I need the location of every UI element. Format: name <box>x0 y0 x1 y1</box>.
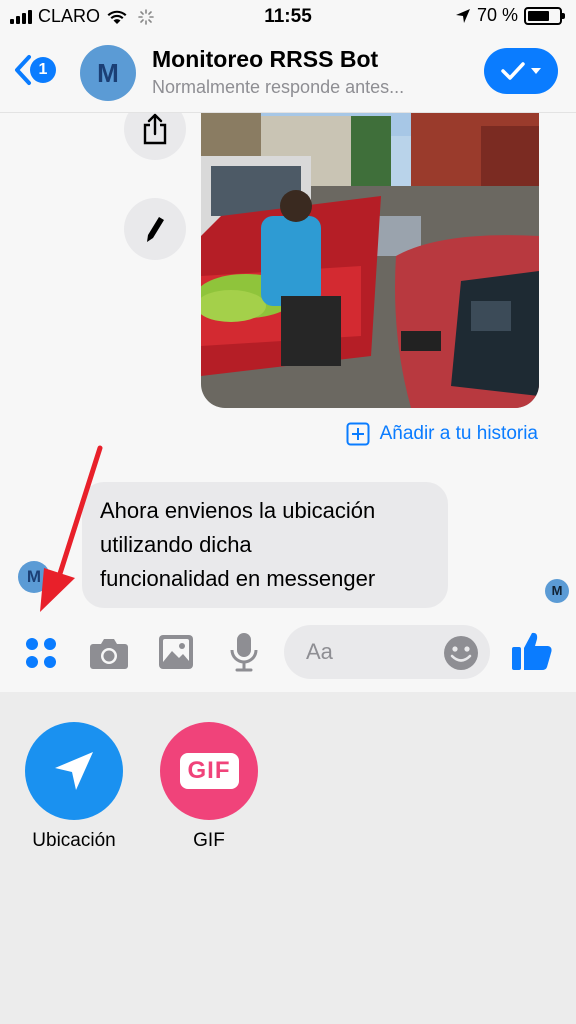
caret-down-icon <box>531 68 541 74</box>
message-line: funcionalidad en messenger <box>100 566 376 591</box>
contact-avatar[interactable]: M <box>80 45 136 101</box>
bot-message-bubble[interactable]: Ahora envienos la ubicación utilizando d… <box>82 482 448 608</box>
four-dots-icon <box>26 638 56 668</box>
add-to-story-label: Añadir a tu historia <box>379 423 538 444</box>
camera-button[interactable] <box>89 636 129 675</box>
gif-option[interactable]: GIF GIF <box>149 722 269 852</box>
gif-option-label: GIF <box>193 830 225 851</box>
unread-count-badge: 1 <box>30 57 56 83</box>
voice-message-button[interactable] <box>229 632 259 677</box>
pencil-icon <box>147 217 164 242</box>
share-button[interactable] <box>124 112 186 160</box>
image-icon <box>159 635 193 669</box>
extensions-drawer: Ubicación GIF GIF <box>0 692 576 1024</box>
share-icon <box>143 113 167 145</box>
message-line: utilizando dicha <box>100 532 252 557</box>
location-share-option[interactable]: Ubicación <box>14 722 134 852</box>
shared-photo[interactable] <box>201 112 539 408</box>
contact-status: Normalmente responde antes... <box>152 77 405 97</box>
camera-icon <box>90 639 128 669</box>
emoji-button[interactable] <box>443 635 479 676</box>
street-photo-image <box>201 112 539 408</box>
smiley-face-icon <box>444 636 478 670</box>
options-button[interactable] <box>484 48 558 94</box>
edit-photo-button[interactable] <box>124 198 186 260</box>
battery-icon <box>524 6 565 25</box>
message-line: Ahora envienos la ubicación <box>100 498 376 523</box>
status-bar: CLARO 11:55 70 % <box>0 0 576 34</box>
microphone-icon <box>230 633 258 672</box>
sender-avatar[interactable]: M <box>18 561 50 593</box>
gif-icon-text: GIF <box>187 757 231 784</box>
gallery-button[interactable] <box>158 634 194 675</box>
back-button[interactable]: 1 <box>14 54 56 86</box>
message-thread[interactable]: Añadir a tu historia Ahora envienos la u… <box>0 112 576 612</box>
conversation-header: 1 M Monitoreo RRSS Bot Normalmente respo… <box>0 34 576 112</box>
gif-option-circle[interactable]: GIF <box>160 722 258 820</box>
contact-name[interactable]: Monitoreo RRSS Bot <box>152 46 378 73</box>
battery-percent: 70 % <box>476 5 518 25</box>
more-actions-button[interactable] <box>24 636 58 675</box>
location-arrow-icon <box>55 752 93 790</box>
thumbs-up-icon <box>512 632 552 670</box>
plus-square-icon <box>346 422 370 446</box>
status-right: 70 % <box>455 5 565 26</box>
add-to-story-link[interactable]: Añadir a tu historia <box>346 422 538 446</box>
location-option-label: Ubicación <box>32 830 116 851</box>
message-composer <box>0 612 576 692</box>
gif-icon: GIF <box>179 753 239 789</box>
location-services-icon <box>455 8 470 23</box>
location-option-circle[interactable] <box>25 722 123 820</box>
battery-fill <box>528 10 549 21</box>
checkmark-icon <box>501 62 525 80</box>
read-receipt-avatar: M <box>545 579 569 603</box>
like-button[interactable] <box>510 630 554 677</box>
